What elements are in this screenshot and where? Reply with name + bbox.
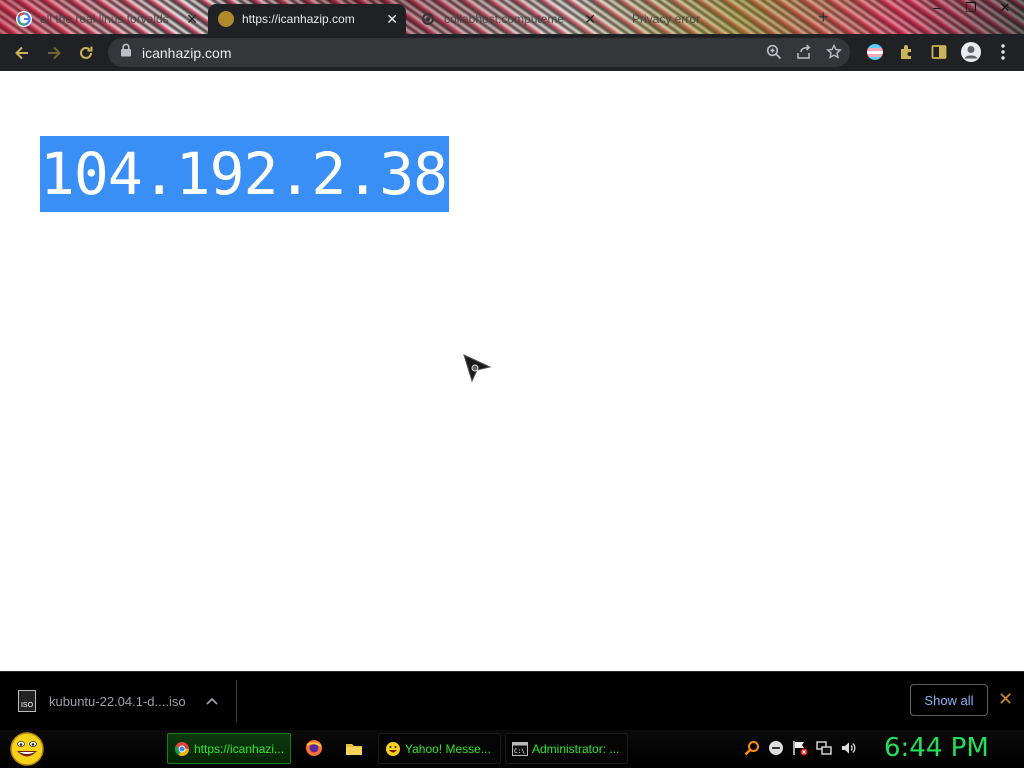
chrome-icon <box>174 741 189 756</box>
status-icon[interactable] <box>767 739 784 757</box>
close-icon[interactable]: ✕ <box>386 11 398 28</box>
taskbar-item-command-prompt[interactable]: C:\ Administrator: ... <box>505 733 628 764</box>
start-button[interactable] <box>8 731 46 767</box>
download-shelf: ISO kubuntu-22.04.1-d....iso Show all ✕ <box>0 671 1024 730</box>
smiley-start-icon <box>10 732 44 766</box>
download-item[interactable]: ISO kubuntu-22.04.1-d....iso <box>18 686 186 716</box>
taskbar-item-chrome[interactable]: https://icanhazi... <box>167 733 291 764</box>
menu-kebab-icon[interactable] <box>992 38 1014 66</box>
tab-title: https://icanhazip.com <box>242 12 355 26</box>
globe-icon <box>218 11 234 27</box>
extension-area <box>864 38 1024 66</box>
close-download-bar-button[interactable]: ✕ <box>998 689 1013 710</box>
profile-avatar-icon[interactable] <box>960 38 982 66</box>
gear-icon <box>420 11 436 27</box>
maximize-button[interactable]: ❐ <box>960 0 982 16</box>
svg-text:C:\: C:\ <box>514 748 525 755</box>
action-center-flag-icon[interactable] <box>791 739 808 757</box>
tab-privacy-error[interactable]: Privacy error <box>598 4 718 34</box>
tab-collabhost[interactable]: collabhost.computeme ✕ <box>410 4 604 34</box>
taskbar-item-label: Yahoo! Messe... <box>405 741 491 756</box>
side-panel-icon[interactable] <box>928 38 950 66</box>
firefox-icon[interactable] <box>305 739 323 757</box>
lock-icon[interactable] <box>120 43 132 62</box>
omnibox-actions <box>766 43 842 65</box>
taskbar-item-label: https://icanhazi... <box>194 741 285 756</box>
tab-title: collabhost.computeme <box>444 12 565 26</box>
terminal-icon: C:\ <box>512 741 528 756</box>
smiley-icon <box>386 741 400 756</box>
forward-button[interactable] <box>38 37 70 69</box>
share-icon[interactable] <box>796 44 812 65</box>
taskbar-item-label: Administrator: ... <box>532 741 620 756</box>
window-controls: – ❐ ✕ <box>926 0 1016 16</box>
folder-icon[interactable] <box>345 739 363 757</box>
browser-toolbar: icanhazip.com <box>0 34 1024 71</box>
reload-icon <box>80 46 93 59</box>
arrow-right-icon <box>48 46 61 59</box>
search-icon[interactable] <box>743 739 760 757</box>
google-icon <box>16 11 32 27</box>
window-close-button[interactable]: ✕ <box>994 0 1016 16</box>
iso-file-icon: ISO <box>18 690 36 712</box>
tab-linus-torvalds[interactable]: all the real linus torvalds ✕ <box>6 4 206 34</box>
ip-address-text[interactable]: 104.192.2.38 <box>40 136 450 212</box>
chevron-up-icon[interactable] <box>206 692 218 710</box>
tab-title: all the real linus torvalds <box>40 12 169 26</box>
new-tab-button[interactable]: + <box>818 7 829 28</box>
tab-strip: all the real linus torvalds ✕ https://ic… <box>0 0 1024 34</box>
taskbar-clock[interactable]: 6:44 PM <box>884 733 989 763</box>
taskbar-item-yahoo-messenger[interactable]: Yahoo! Messe... <box>378 733 501 764</box>
reload-button[interactable] <box>70 37 102 69</box>
extensions-puzzle-icon[interactable] <box>896 38 918 66</box>
profile-flag-icon[interactable] <box>864 38 886 66</box>
mouse-cursor-icon <box>462 353 492 388</box>
url-text[interactable]: icanhazip.com <box>142 45 232 61</box>
tab-title: Privacy error <box>632 12 701 26</box>
divider <box>236 680 237 722</box>
back-button[interactable] <box>6 37 38 69</box>
zoom-icon[interactable] <box>766 44 782 65</box>
show-all-button[interactable]: Show all <box>910 684 988 716</box>
close-icon[interactable]: ✕ <box>584 11 596 28</box>
close-icon[interactable]: ✕ <box>186 11 198 28</box>
star-icon[interactable] <box>826 43 842 65</box>
arrow-left-icon <box>15 46 28 59</box>
tab-icanhazip[interactable]: https://icanhazip.com ✕ <box>208 4 406 34</box>
system-tray <box>743 739 856 757</box>
page-content: 104.192.2.38 <box>0 71 1024 671</box>
download-file-name: kubuntu-22.04.1-d....iso <box>49 693 186 709</box>
taskbar: https://icanhazi... Yahoo! Messe... C:\ … <box>0 730 1024 768</box>
network-icon[interactable] <box>815 739 832 757</box>
address-bar[interactable]: icanhazip.com <box>108 38 850 67</box>
minimize-button[interactable]: – <box>926 0 948 16</box>
warning-icon <box>608 11 624 27</box>
volume-icon[interactable] <box>839 739 856 757</box>
